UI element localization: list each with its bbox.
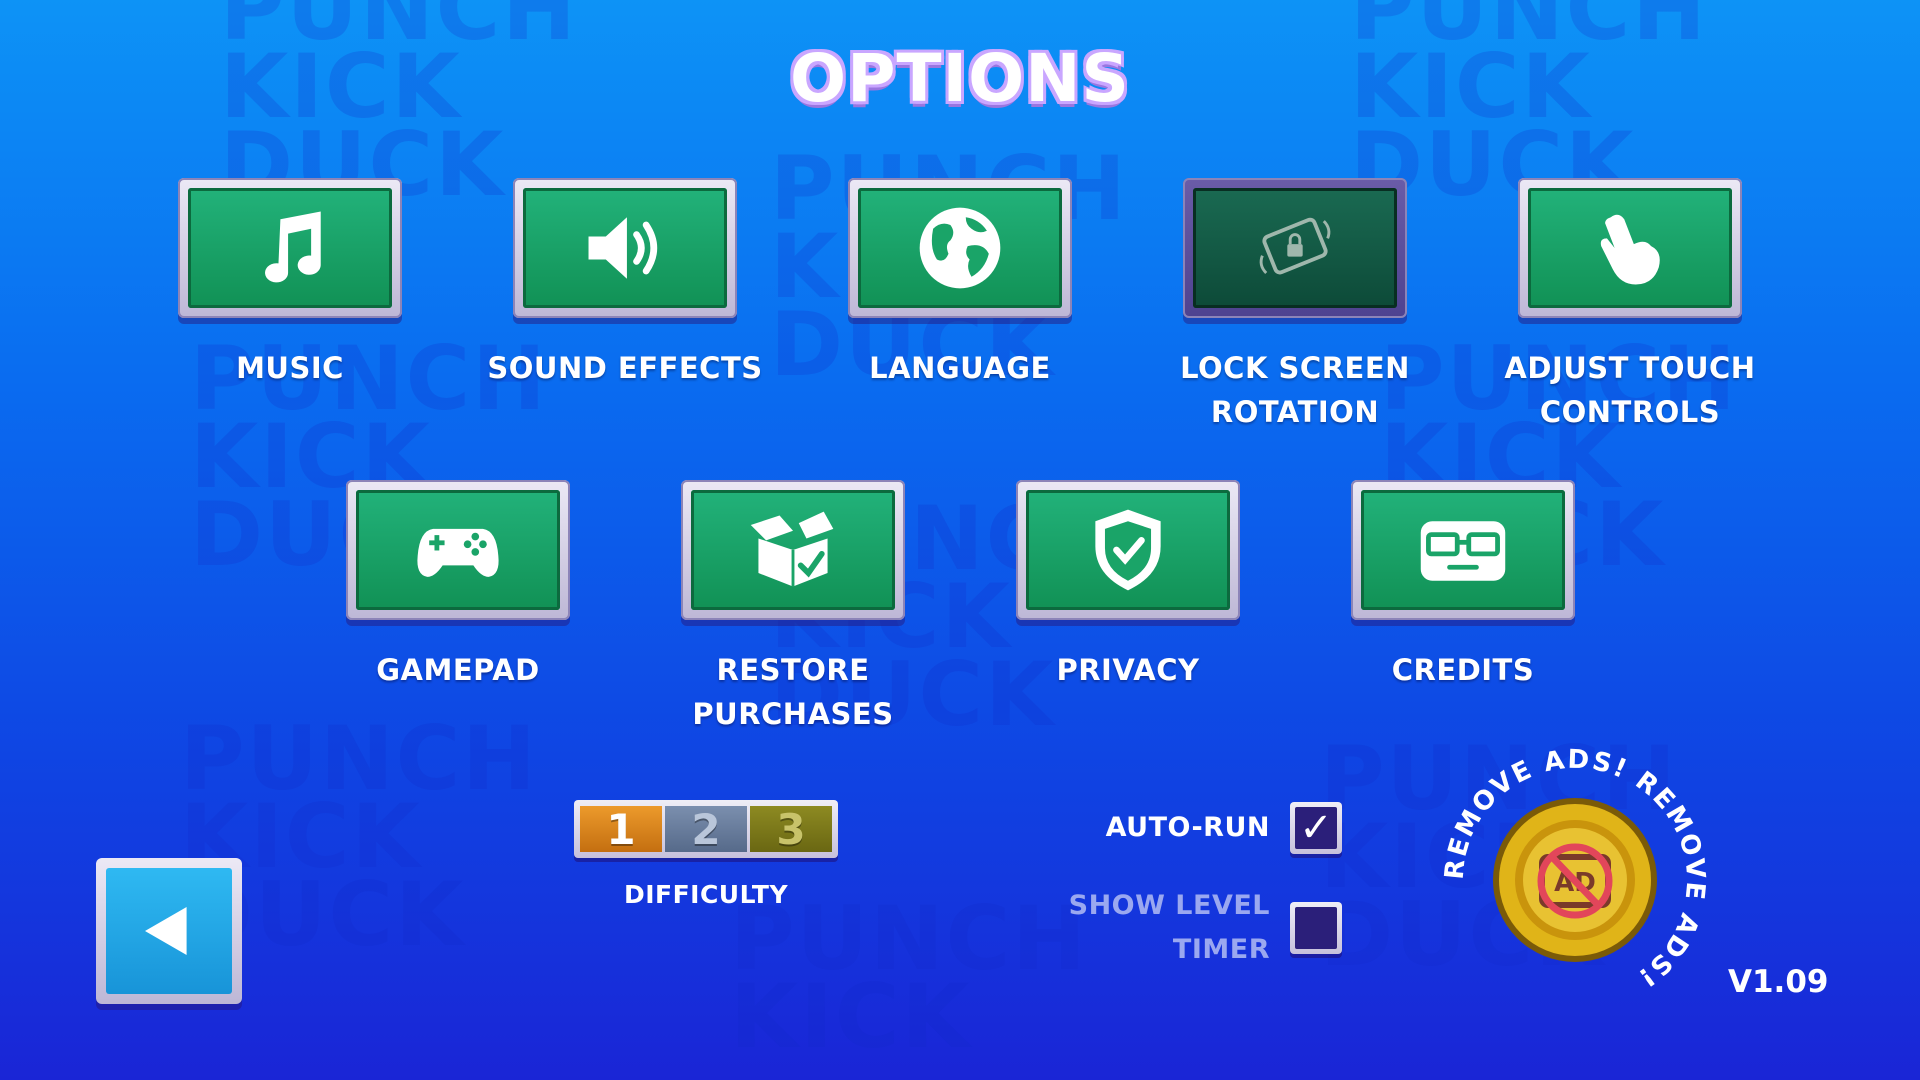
globe-icon [919,207,1001,289]
lock-screen-rotation-button-face [1193,188,1397,308]
lock-screen-rotation-label-line2: ROTATION [1210,395,1380,429]
touch-hand-icon [1600,214,1660,285]
box-check-icon [750,511,834,587]
back-button-face [106,868,232,994]
speaker-icon [588,217,658,279]
language-label: LANGUAGE [869,351,1051,385]
credits-button-face [1361,490,1565,610]
adjust-touch-controls-label-line2: CONTROLS [1539,395,1721,429]
sound-effects-label: SOUND EFFECTS [487,351,763,385]
back-arrow-icon [145,907,187,955]
adjust-touch-controls-button[interactable] [1518,178,1742,318]
credits-label: CREDITS [1391,653,1535,687]
difficulty-level-2[interactable]: 2 [665,805,747,854]
show-level-timer-checkbox[interactable] [1290,902,1342,954]
auto-run-label: AUTO-RUN [1105,812,1270,843]
gamepad-button-face [356,490,560,610]
remove-ads-badge: REMOVE ADS! REMOVE ADS! AD [1440,745,1709,994]
restore-purchases-label-line1: RESTORE [716,653,870,687]
privacy-button[interactable] [1016,480,1240,620]
difficulty-level-1[interactable]: 1 [580,805,662,854]
sound-effects-button[interactable] [513,178,737,318]
screen-rotation-lock-icon [1259,217,1331,275]
remove-ads-button[interactable]: REMOVE ADS! REMOVE ADS! AD [1440,745,1710,1015]
lock-screen-rotation-button[interactable] [1183,178,1407,318]
gamepad-icon [417,528,499,577]
credits-button[interactable] [1351,480,1575,620]
adjust-touch-controls-label-line1: ADJUST TOUCH [1504,351,1756,385]
checkmark-icon: ✓ [1295,807,1337,849]
show-level-timer-label-line1: SHOW LEVEL [1068,890,1270,921]
restore-purchases-button-face [691,490,895,610]
auto-run-checkbox[interactable]: ✓ [1290,802,1342,854]
privacy-label: PRIVACY [1056,653,1200,687]
adjust-touch-controls-button-face [1528,188,1732,308]
music-note-icon [265,211,321,283]
music-button[interactable] [178,178,402,318]
privacy-button-face [1026,490,1230,610]
language-button-face [858,188,1062,308]
difficulty-selector: 1 2 3 [574,800,838,858]
glasses-face-icon [1420,521,1506,581]
difficulty-label: DIFFICULTY [623,880,789,909]
music-label: MUSIC [236,351,344,385]
sound-effects-button-face [523,188,727,308]
checkbox-empty [1295,907,1337,949]
gamepad-button[interactable] [346,480,570,620]
version-label: V1.09 [1728,964,1829,1000]
page-title: OPTIONS [790,40,1130,117]
shield-check-icon [1095,509,1161,591]
restore-purchases-button[interactable] [681,480,905,620]
lock-screen-rotation-label-line1: LOCK SCREEN [1180,351,1410,385]
music-button-face [188,188,392,308]
back-button[interactable] [96,858,242,1004]
show-level-timer-label-line2: TIMER [1172,934,1270,965]
restore-purchases-label-line2: PURCHASES [692,697,894,731]
gamepad-label: GAMEPAD [376,653,540,687]
language-button[interactable] [848,178,1072,318]
difficulty-level-3[interactable]: 3 [750,805,832,854]
background-watermark: PUNCH KICK [730,887,1088,1068]
